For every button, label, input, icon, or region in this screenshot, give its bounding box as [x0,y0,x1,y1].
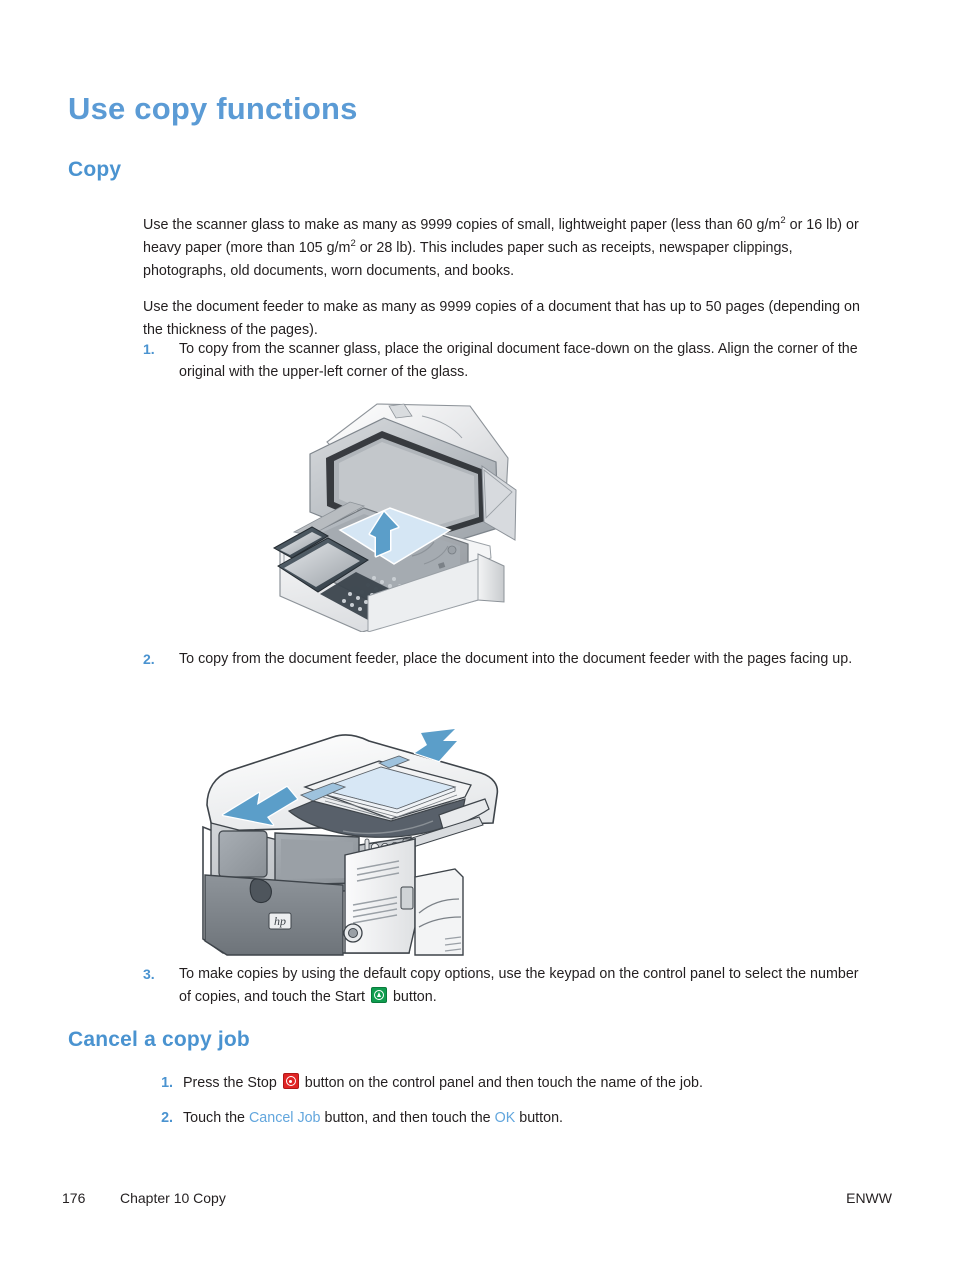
ui-label-cancel-job: Cancel Job [248,1110,321,1126]
paragraph-scanner-glass: Use the scanner glass to make as many as… [143,214,873,283]
svg-text:hp: hp [274,914,286,928]
list-item-text: Press the Stop button on the control pan… [183,1072,873,1095]
list-item-text-middle: button, and then touch the [324,1110,491,1126]
list-item-number: 3. [143,966,155,982]
list-item: 3. To make copies by using the default c… [143,963,873,1009]
paragraph-document-feeder: Use the document feeder to make as many … [143,299,860,339]
list-item-text: To copy from the scanner glass, place th… [179,341,858,380]
ui-label-ok: OK [494,1110,516,1126]
list-item-number: 2. [161,1110,173,1126]
list-item: 2. To copy from the document feeder, pla… [143,648,873,671]
section-heading-cancel: Cancel a copy job [68,1028,250,1051]
list-item-text-before: Touch the [183,1110,245,1126]
footer-locale: ENWW [846,1190,892,1206]
list-item-text-before: To make copies by using the default copy… [179,966,859,1005]
list-item-text-after: button. [519,1110,564,1126]
start-button-icon [370,987,387,1003]
list-item: 1. To copy from the scanner glass, place… [143,338,873,384]
list-item-text-after: button on the control panel and then tou… [304,1075,703,1091]
list-item-text: To copy from the document feeder, place … [179,651,853,667]
list-item-text-after: button. [392,989,437,1005]
list-item-text: To make copies by using the default copy… [179,963,873,1009]
list-item: 1. Press the Stop button on the control … [143,1072,873,1095]
document-feeder-illustration: hp [193,727,541,957]
list-item-number: 1. [143,341,155,357]
footer-chapter: Chapter 10 Copy [120,1190,226,1206]
scanner-glass-illustration [272,396,524,632]
list-item-number: 2. [143,651,155,667]
list-item-number: 1. [161,1075,173,1091]
list-item-text-before: Press the Stop [183,1075,277,1091]
list-item: 2. Touch the Cancel Job button, and then… [143,1107,873,1130]
paragraph-1-text-a: Use the scanner glass to make as many as… [143,217,781,234]
section-heading-copy: Copy [68,158,122,181]
page-title: Use copy functions [68,91,358,126]
list-item-text: Touch the Cancel Job button, and then to… [183,1107,873,1130]
document-page: Use copy functions Copy Use the scanner … [0,0,954,1270]
footer-page-number: 176 [62,1190,86,1206]
stop-button-icon [282,1073,299,1089]
